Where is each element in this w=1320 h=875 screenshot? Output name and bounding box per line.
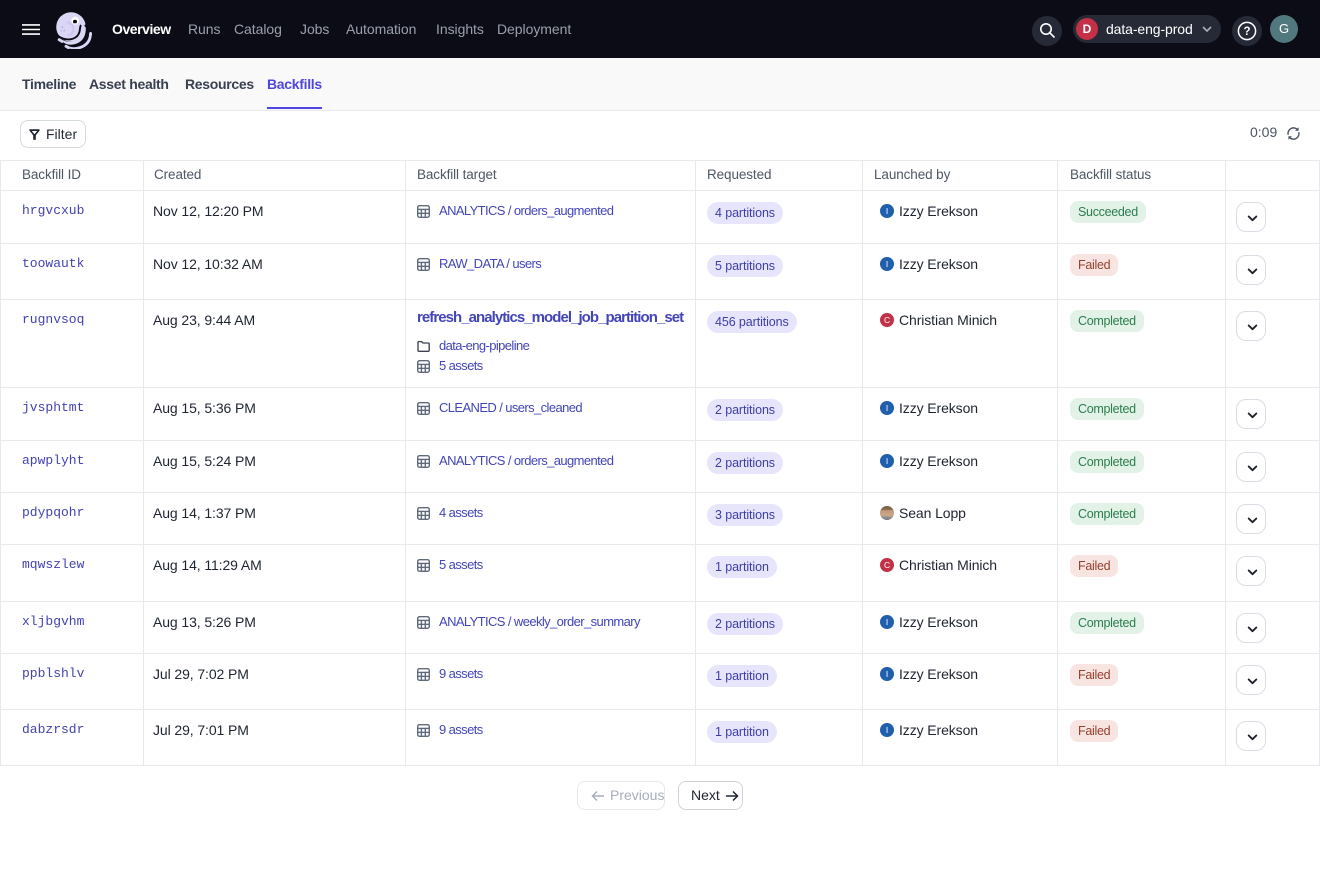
svg-text:?: ?: [1243, 26, 1250, 38]
